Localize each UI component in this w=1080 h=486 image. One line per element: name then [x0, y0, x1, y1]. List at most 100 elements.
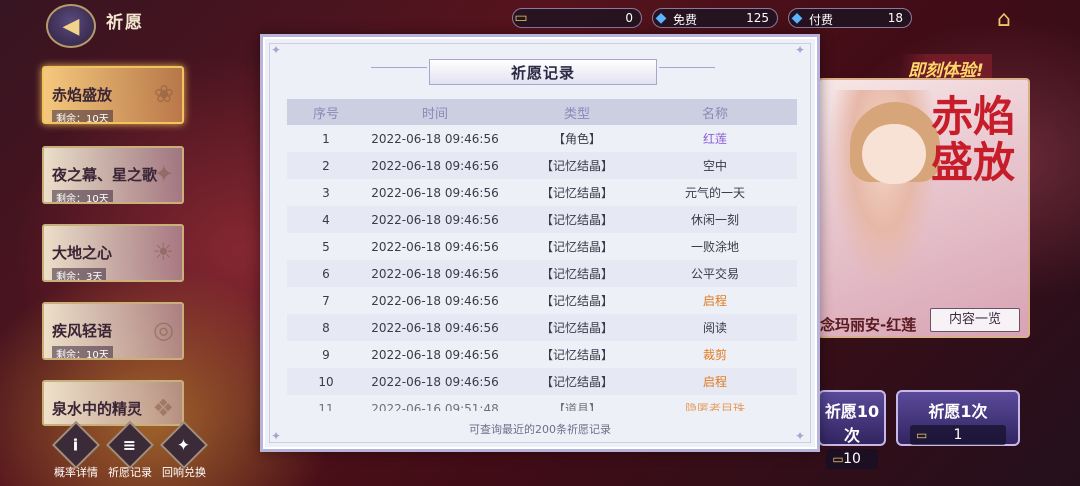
table-row: 3 2022-06-18 09:46:56 【记忆结晶】 元气的一天 — [287, 179, 797, 206]
row-time: 2022-06-18 09:46:56 — [371, 185, 499, 200]
row-type: 【记忆结晶】 — [540, 294, 613, 308]
blue-crystal-icon: ◆ — [791, 10, 803, 26]
row-type: 【记忆结晶】 — [540, 240, 613, 254]
table-row: 2 2022-06-18 09:46:56 【记忆结晶】 空中 — [287, 152, 797, 179]
content-list-button[interactable]: 内容一览 — [930, 308, 1020, 332]
currency-label: 免费 — [673, 13, 698, 27]
banner-name: 夜之幕、星之歌 — [52, 166, 158, 184]
banner-name: 赤焰盛放 — [52, 86, 113, 104]
banner-item[interactable]: 夜之幕、星之歌 剩余：10天 ✦ — [42, 146, 184, 204]
record-icon: ≡ — [105, 420, 155, 470]
row-name: 公平交易 — [690, 267, 739, 281]
table-row: 10 2022-06-18 09:46:56 【记忆结晶】 启程 — [287, 368, 797, 395]
column-header-time: 时间 — [421, 106, 448, 122]
currency-paid[interactable]: ◆ 付费 18 — [788, 8, 912, 28]
currency-label: 付费 — [809, 13, 834, 27]
column-header-name: 名称 — [701, 106, 728, 122]
row-number: 9 — [322, 347, 330, 362]
ticket-icon: ▭ — [514, 10, 528, 26]
home-icon: ⌂ — [997, 6, 1011, 32]
currency-free[interactable]: ◆ 免费 125 — [652, 8, 778, 28]
banner-remaining: 剩余：3天 — [52, 268, 107, 280]
table-row: 5 2022-06-18 09:46:56 【记忆结晶】 一败涂地 — [287, 233, 797, 260]
promo-header: 即刻体验! — [900, 54, 992, 81]
row-number: 3 — [322, 185, 330, 200]
wish-label: 祈愿1次 — [928, 402, 988, 421]
row-type: 【记忆结晶】 — [540, 375, 613, 389]
row-number: 5 — [322, 239, 330, 254]
probability-details-button[interactable]: i 概率详情 — [48, 420, 104, 480]
row-type: 【记忆结晶】 — [540, 321, 613, 335]
banner-remaining: 剩余：10天 — [52, 190, 113, 202]
row-number: 11 — [318, 401, 334, 412]
wish-cost: ▭ 1 — [910, 425, 1006, 445]
banner-item[interactable]: 赤焰盛放 剩余：10天 ❀ — [42, 66, 184, 124]
ticket-icon: ▭ — [916, 428, 928, 442]
banner-item[interactable]: 大地之心 剩余：3天 ☀ — [42, 224, 184, 282]
corner-ornament-icon: ✦ — [795, 43, 806, 57]
row-type: 【记忆结晶】 — [540, 267, 613, 281]
row-number: 2 — [322, 158, 330, 173]
gift-icon: ✦ — [159, 420, 209, 470]
banner-item[interactable]: 疾风轻语 剩余：10天 ◎ — [42, 302, 184, 360]
row-number: 6 — [322, 266, 330, 281]
row-time: 2022-06-18 09:46:56 — [371, 212, 499, 227]
row-type: 【道具】 — [552, 402, 601, 411]
blue-crystal-icon: ◆ — [655, 10, 667, 26]
row-time: 2022-06-18 09:46:56 — [371, 293, 499, 308]
row-number: 7 — [322, 293, 330, 308]
row-time: 2022-06-18 09:46:56 — [371, 347, 499, 362]
row-number: 1 — [322, 131, 330, 146]
wish-cost: ▭ 10 — [826, 449, 878, 469]
echo-exchange-button[interactable]: ✦ 回响兑换 — [156, 420, 212, 480]
wish-1-button[interactable]: 祈愿1次 ▭ 1 — [896, 390, 1020, 446]
row-time: 2022-06-18 09:46:56 — [371, 266, 499, 281]
banner-emblem-icon: ❀ — [153, 80, 174, 108]
row-time: 2022-06-16 09:51:48 — [371, 401, 499, 412]
column-header-type: 类型 — [563, 106, 590, 122]
row-time: 2022-06-18 09:46:56 — [371, 131, 499, 146]
row-name: 空中 — [702, 159, 727, 173]
row-name: 阅读 — [702, 321, 727, 335]
modal-title-bar: 祈愿记录 — [429, 59, 657, 85]
banner-remaining: 剩余：10天 — [52, 110, 113, 122]
banner-item[interactable]: 泉水中的精灵 ❖ — [42, 380, 184, 426]
banner-emblem-icon: ❖ — [152, 394, 174, 422]
row-name: 一败涂地 — [690, 240, 739, 254]
currency-ticket[interactable]: ▭ 0 — [512, 8, 642, 28]
column-header-no: 序号 — [312, 106, 339, 122]
row-name: 启程 — [702, 294, 727, 308]
row-type: 【记忆结晶】 — [540, 348, 613, 362]
table-row: 6 2022-06-18 09:46:56 【记忆结晶】 公平交易 — [287, 260, 797, 287]
row-time: 2022-06-18 09:46:56 — [371, 374, 499, 389]
row-name: 元气的一天 — [684, 186, 745, 200]
row-time: 2022-06-18 09:46:56 — [371, 320, 499, 335]
back-button[interactable]: ◀ — [46, 4, 96, 48]
table-row: 1 2022-06-18 09:46:56 【角色】 红莲 — [287, 125, 797, 152]
wish-record-button[interactable]: ≡ 祈愿记录 — [102, 420, 158, 480]
row-name: 红莲 — [702, 132, 727, 146]
row-name: 休闲一刻 — [690, 213, 739, 227]
home-button[interactable]: ⌂ — [986, 6, 1022, 32]
modal-title: 祈愿记录 — [510, 63, 575, 82]
row-type: 【记忆结晶】 — [540, 159, 613, 173]
currency-value: 125 — [746, 11, 769, 25]
table-row: 9 2022-06-18 09:46:56 【记忆结晶】 裁剪 — [287, 341, 797, 368]
table-row: 7 2022-06-18 09:46:56 【记忆结晶】 启程 — [287, 287, 797, 314]
table-row: 4 2022-06-18 09:46:56 【记忆结晶】 休闲一刻 — [287, 206, 797, 233]
record-table-body[interactable]: 1 2022-06-18 09:46:56 【角色】 红莲 2 2022-06-18 09… — [287, 125, 797, 411]
row-number: 8 — [322, 320, 330, 335]
banner-name: 泉水中的精灵 — [52, 400, 143, 418]
row-time: 2022-06-18 09:46:56 — [371, 158, 499, 173]
info-icon: i — [51, 420, 101, 470]
wish-10-button[interactable]: 祈愿10次 ▭ 10 — [818, 390, 886, 469]
row-type: 【记忆结晶】 — [540, 186, 613, 200]
row-name: 裁剪 — [702, 348, 727, 362]
table-row: 8 2022-06-18 09:46:56 【记忆结晶】 阅读 — [287, 314, 797, 341]
footer-note: 可查询最近的200条祈愿记录 — [469, 423, 611, 436]
promo-title: 赤焰盛放 — [930, 92, 1015, 187]
row-time: 2022-06-18 09:46:56 — [371, 239, 499, 254]
table-row: 11 2022-06-16 09:51:48 【道具】 隐匿者目珠 — [287, 395, 797, 412]
page-title: 祈愿 — [106, 13, 144, 33]
row-type: 【角色】 — [552, 132, 601, 146]
